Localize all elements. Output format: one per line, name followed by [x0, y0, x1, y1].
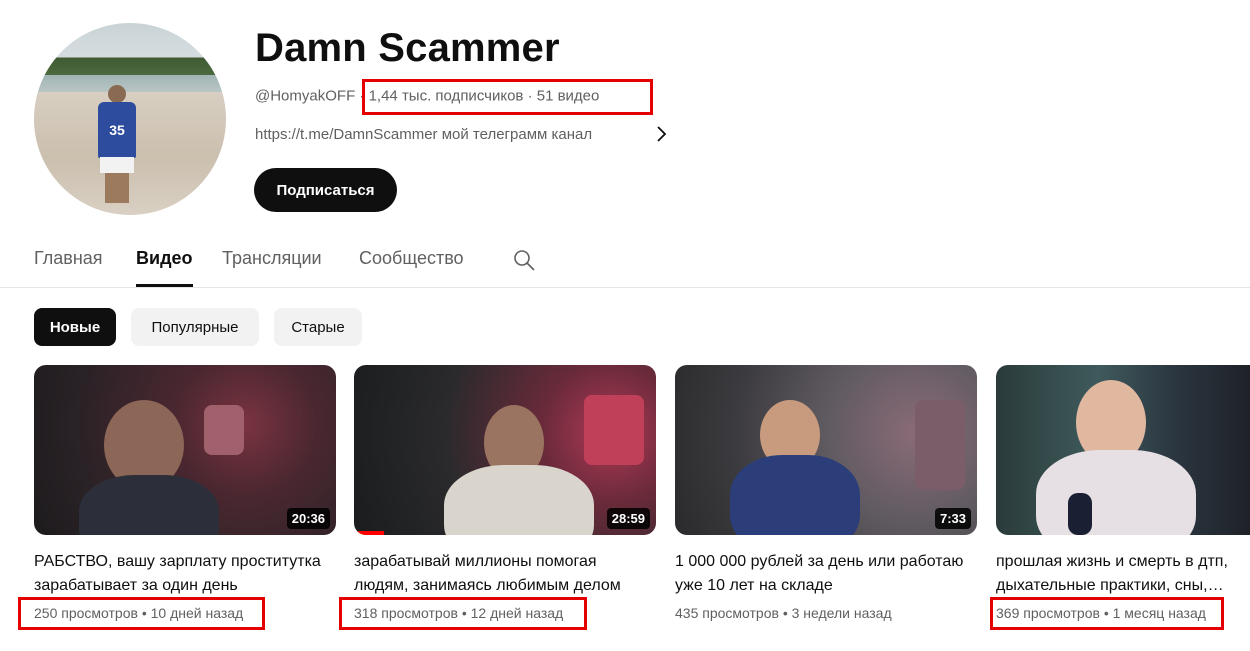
tab-home[interactable]: Главная	[34, 248, 103, 269]
chevron-right-icon[interactable]	[655, 124, 669, 149]
video-title[interactable]: 1 000 000 рублей за день или работаю уже…	[675, 550, 975, 598]
video-thumbnail[interactable]: 20:36	[34, 365, 336, 535]
video-thumbnail[interactable]	[996, 365, 1250, 535]
tab-community[interactable]: Сообщество	[359, 248, 464, 269]
video-title[interactable]: зарабатывай миллионы помогая людям, зани…	[354, 550, 654, 598]
highlight-box-video-meta	[339, 597, 587, 630]
video-title[interactable]: прошлая жизнь и смерть в дтп, дыхательны…	[996, 550, 1250, 598]
channel-name: Damn Scammer	[255, 26, 560, 70]
upload-age: 3 недели назад	[791, 605, 892, 621]
avatar-jersey-number: 35	[98, 102, 136, 158]
video-duration: 28:59	[606, 508, 650, 529]
tabs-divider	[0, 287, 1250, 288]
video-thumbnail[interactable]: 28:59	[354, 365, 656, 535]
subscribe-button[interactable]: Подписаться	[254, 168, 397, 212]
channel-avatar: 35	[34, 23, 226, 215]
search-icon[interactable]	[512, 248, 536, 272]
channel-description-link[interactable]: https://t.me/DamnScammer мой телеграмм к…	[255, 126, 592, 143]
tab-videos[interactable]: Видео	[136, 248, 193, 269]
highlight-box-subscribers	[362, 79, 653, 115]
video-duration: 20:36	[286, 508, 330, 529]
tab-live[interactable]: Трансляции	[222, 248, 322, 269]
chip-oldest[interactable]: Старые	[274, 308, 362, 346]
watch-progress-bar	[354, 531, 385, 535]
channel-handle[interactable]: @HomyakOFF	[255, 88, 355, 105]
highlight-box-video-meta	[990, 597, 1224, 630]
avatar-person: 35	[96, 85, 138, 203]
video-duration: 7:33	[934, 508, 971, 529]
view-count: 435 просмотров	[675, 605, 779, 621]
video-thumbnail[interactable]: 7:33	[675, 365, 977, 535]
chip-popular[interactable]: Популярные	[131, 308, 259, 346]
chip-newest[interactable]: Новые	[34, 308, 116, 346]
video-meta: 435 просмотров • 3 недели назад	[675, 605, 892, 621]
highlight-box-video-meta	[18, 597, 265, 630]
video-title[interactable]: РАБСТВО, вашу зарплату проститутка зараб…	[34, 550, 334, 598]
